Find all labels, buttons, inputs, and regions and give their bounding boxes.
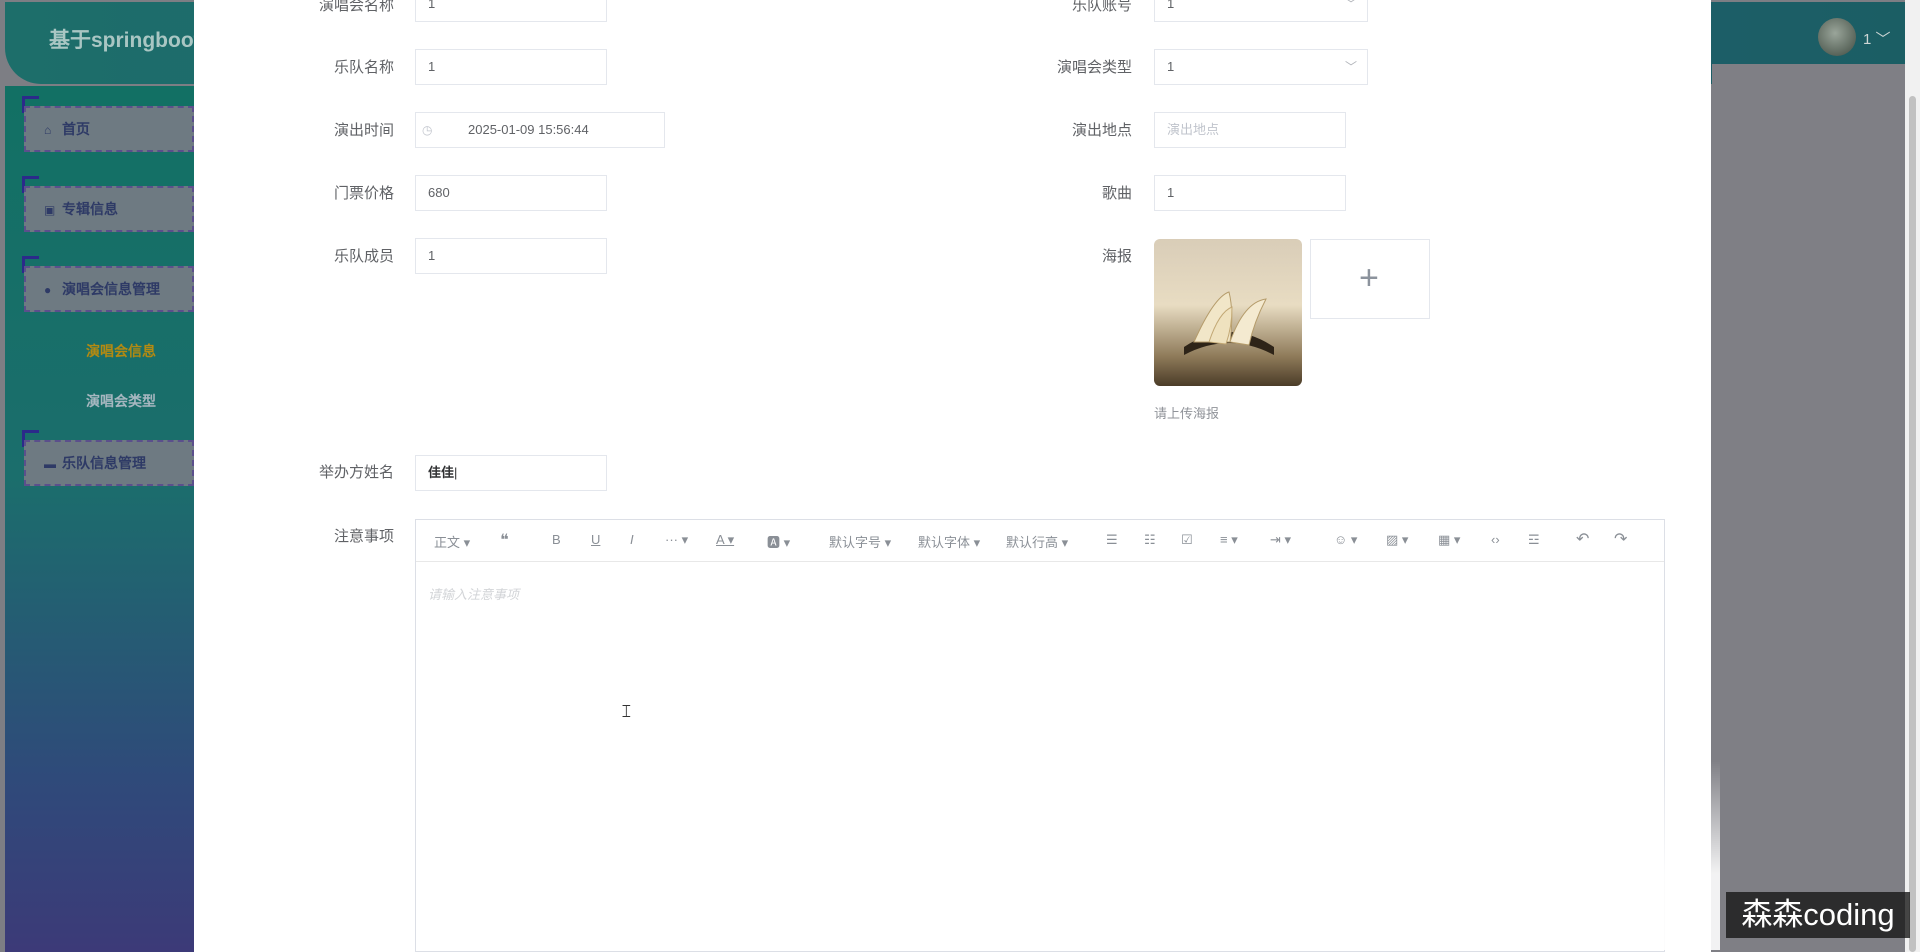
circle-icon: ● [44, 283, 52, 297]
watermark-fade [1590, 760, 1720, 950]
ticket-price-label: 门票价格 [333, 185, 394, 202]
font-family-select[interactable]: 默认字体 ▾ [918, 532, 980, 551]
chevron-down-icon: ﹀ [1344, 60, 1357, 74]
text-cursor-icon: 𝙸 [620, 701, 633, 721]
concert-name-input[interactable]: 1 [415, 0, 607, 22]
poster-label: 海报 [1101, 248, 1132, 265]
show-time-picker[interactable]: ◷ 2025-01-09 15:56:44 [415, 112, 665, 148]
editor-toolbar: 正文 ▾ ❝ B U I ··· ▾ A ▾ 🅰 ▾ 默认字号 ▾ 默认字体 ▾… [416, 520, 1664, 562]
redo-icon[interactable]: ↷ [1614, 529, 1627, 549]
show-time-label: 演出时间 [333, 122, 394, 139]
background-color-icon[interactable]: 🅰 ▾ [767, 532, 790, 551]
todo-icon[interactable]: ☑ [1181, 532, 1193, 548]
underline-icon[interactable]: U [591, 532, 600, 547]
sidebar-item-band-management[interactable]: ▬ 乐队信息管理 [24, 440, 194, 486]
indent-icon[interactable]: ⇥ ▾ [1270, 532, 1291, 548]
band-member-label: 乐队成员 [333, 248, 394, 265]
show-place-input[interactable]: 演出地点 [1154, 112, 1346, 148]
album-icon: ▣ [44, 203, 56, 217]
scrollbar-thumb[interactable] [1909, 96, 1916, 952]
sidebar-item-label: 首页 [62, 121, 90, 137]
concert-type-label: 演唱会类型 [1056, 59, 1132, 76]
font-size-select[interactable]: 默认字号 ▾ [829, 532, 891, 551]
watermark: 森森coding [1726, 892, 1910, 938]
song-label: 歌曲 [1101, 185, 1132, 202]
emoji-icon[interactable]: ☺ ▾ [1334, 532, 1357, 548]
font-color-icon[interactable]: A ▾ [716, 532, 734, 548]
poster-thumbnail[interactable] [1154, 239, 1302, 386]
bullet-list-icon[interactable]: ☰ [1106, 532, 1118, 548]
paragraph-select[interactable]: 正文 ▾ [434, 532, 470, 551]
show-place-label: 演出地点 [1071, 122, 1132, 139]
poster-tip: 请上传海报 [1154, 406, 1220, 421]
quote-icon[interactable]: ❝ [500, 530, 509, 550]
image-icon[interactable]: ▨ ▾ [1386, 532, 1408, 548]
chevron-down-icon: ﹀ [1344, 0, 1357, 11]
organizer-value: 佳佳 [428, 465, 455, 480]
sidebar-subitem-concert-type[interactable]: 演唱会类型 [86, 391, 156, 411]
concert-name-label: 演唱会名称 [318, 0, 394, 14]
sidebar-item-album[interactable]: ▣ 专辑信息 [24, 186, 194, 232]
show-place-placeholder: 演出地点 [1167, 122, 1220, 137]
organizer-label: 举办方姓名 [318, 464, 394, 481]
poster-upload-button[interactable]: + [1310, 239, 1430, 319]
concert-type-value: 1 [1167, 59, 1175, 74]
ticket-price-value: 680 [428, 185, 450, 200]
notes-label: 注意事项 [333, 528, 394, 545]
sidebar-item-label: 演唱会信息管理 [62, 281, 160, 297]
italic-icon[interactable]: I [630, 532, 634, 547]
open-book-image [1184, 291, 1274, 355]
band-account-label: 乐队账号 [1071, 0, 1132, 14]
app-title: 基于springboot [49, 29, 201, 52]
clock-icon: ◷ [422, 123, 433, 137]
band-member-input[interactable]: 1 [415, 238, 607, 274]
user-menu[interactable]: 1 ﹀ [1863, 28, 1891, 49]
band-name-value: 1 [428, 59, 436, 74]
bold-icon[interactable]: B [552, 532, 561, 547]
band-account-value: 1 [1167, 0, 1175, 11]
band-account-select[interactable]: 1 ﹀ [1154, 0, 1368, 22]
home-icon: ⌂ [44, 123, 52, 137]
code-icon[interactable]: ‹› [1491, 532, 1500, 547]
sidebar-item-label: 专辑信息 [62, 201, 118, 217]
sidebar-item-label: 乐队信息管理 [62, 455, 146, 471]
numbered-list-icon[interactable]: ☷ [1144, 532, 1156, 548]
song-value: 1 [1167, 185, 1175, 200]
song-input[interactable]: 1 [1154, 175, 1346, 211]
band-member-value: 1 [428, 248, 436, 263]
align-icon[interactable]: ≡ ▾ [1220, 532, 1238, 548]
sidebar-item-home[interactable]: ⌂ 首页 [24, 106, 194, 152]
organizer-input[interactable]: 佳佳| [415, 455, 607, 491]
sidebar-subitem-concert-info[interactable]: 演唱会信息 [86, 341, 156, 361]
undo-icon[interactable]: ↶ [1576, 529, 1589, 549]
notes-rich-editor[interactable]: 正文 ▾ ❝ B U I ··· ▾ A ▾ 🅰 ▾ 默认字号 ▾ 默认字体 ▾… [415, 519, 1665, 952]
ticket-price-input[interactable]: 680 [415, 175, 607, 211]
concert-type-select[interactable]: 1 ﹀ [1154, 49, 1368, 85]
more-style-icon[interactable]: ··· ▾ [665, 532, 688, 548]
band-icon: ▬ [44, 457, 56, 471]
plus-icon: + [1359, 259, 1379, 297]
table-icon[interactable]: ▦ ▾ [1438, 532, 1460, 548]
notes-placeholder: 请输入注意事项 [428, 587, 520, 602]
divider-icon[interactable]: ☲ [1528, 532, 1540, 548]
line-height-select[interactable]: 默认行高 ▾ [1006, 532, 1068, 551]
sidebar-item-concert-management[interactable]: ● 演唱会信息管理 [24, 266, 194, 312]
band-name-label: 乐队名称 [333, 59, 394, 76]
avatar[interactable] [1818, 18, 1856, 56]
background-content [1712, 64, 1912, 952]
band-name-input[interactable]: 1 [415, 49, 607, 85]
show-time-value: 2025-01-09 15:56:44 [468, 122, 589, 137]
concert-name-value: 1 [428, 0, 436, 11]
